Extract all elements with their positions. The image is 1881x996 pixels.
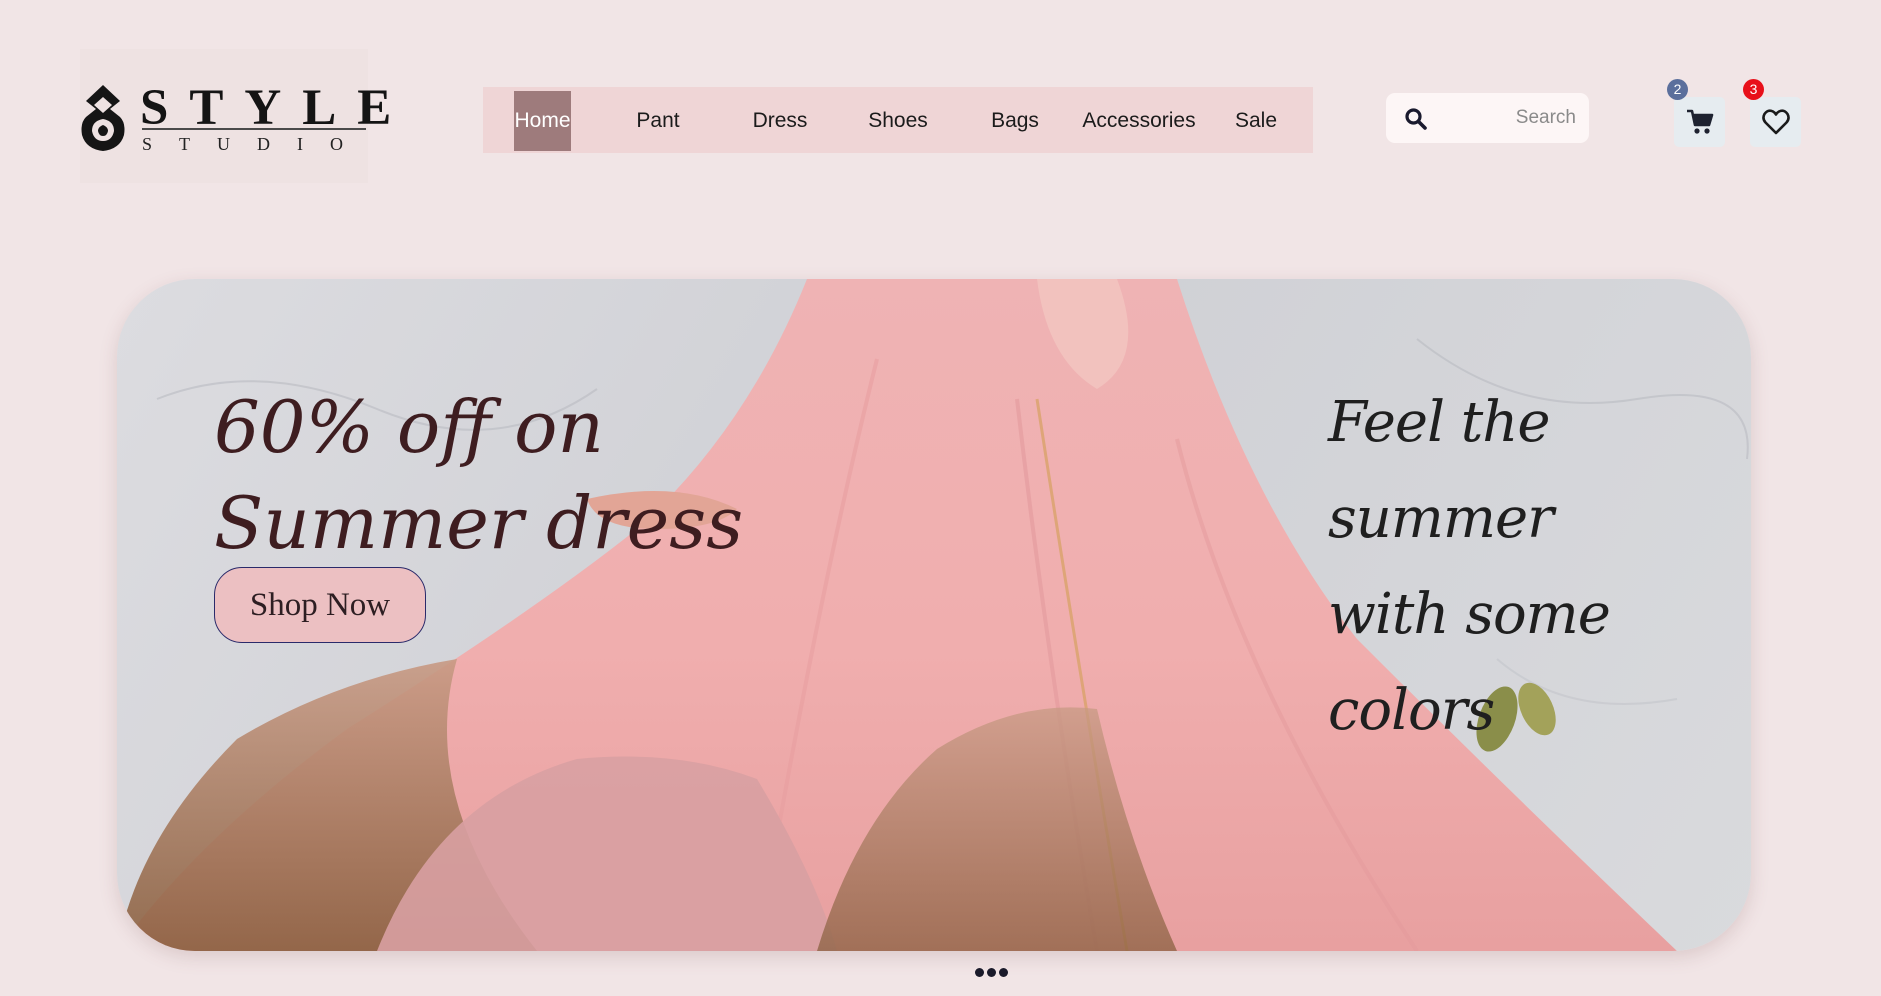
cart-icon (1687, 109, 1714, 134)
nav-item-sale[interactable]: Sale (1227, 91, 1285, 151)
nav-item-bags[interactable]: Bags (985, 91, 1045, 151)
nav-item-accessories[interactable]: Accessories (1076, 91, 1202, 151)
hero-tagline: Feel the summer with some colors (1328, 390, 1611, 743)
main-nav: Home Pant Dress Shoes Bags Accessories S… (483, 87, 1313, 153)
carousel-dots (975, 964, 1011, 977)
search-icon[interactable] (1404, 107, 1428, 131)
hero-banner: 60% off on Summer dress Shop Now Feel th… (117, 279, 1751, 951)
nav-item-pant[interactable]: Pant (628, 91, 688, 151)
logo-subtitle: STUDIO (142, 134, 370, 154)
wishlist-count-badge: 3 (1743, 79, 1764, 100)
shop-now-button[interactable]: Shop Now (214, 567, 426, 643)
logo-mark-icon (81, 85, 125, 151)
logo-wordmark: STYLE (140, 80, 413, 136)
carousel-dot[interactable] (975, 968, 984, 977)
heart-icon (1762, 109, 1790, 135)
cart-count-badge: 2 (1667, 79, 1688, 100)
nav-item-home[interactable]: Home (514, 91, 571, 151)
logo-divider (142, 128, 366, 130)
search-input[interactable] (1442, 101, 1582, 135)
nav-item-shoes[interactable]: Shoes (863, 91, 933, 151)
hero-headline: 60% off on Summer dress (214, 385, 744, 565)
carousel-dot[interactable] (987, 968, 996, 977)
carousel-dot[interactable] (999, 968, 1008, 977)
cart-button[interactable] (1674, 97, 1725, 147)
nav-item-dress[interactable]: Dress (745, 91, 815, 151)
wishlist-button[interactable] (1750, 97, 1801, 147)
brand-logo[interactable]: STYLE STUDIO (80, 49, 391, 183)
search-box[interactable] (1386, 93, 1589, 143)
